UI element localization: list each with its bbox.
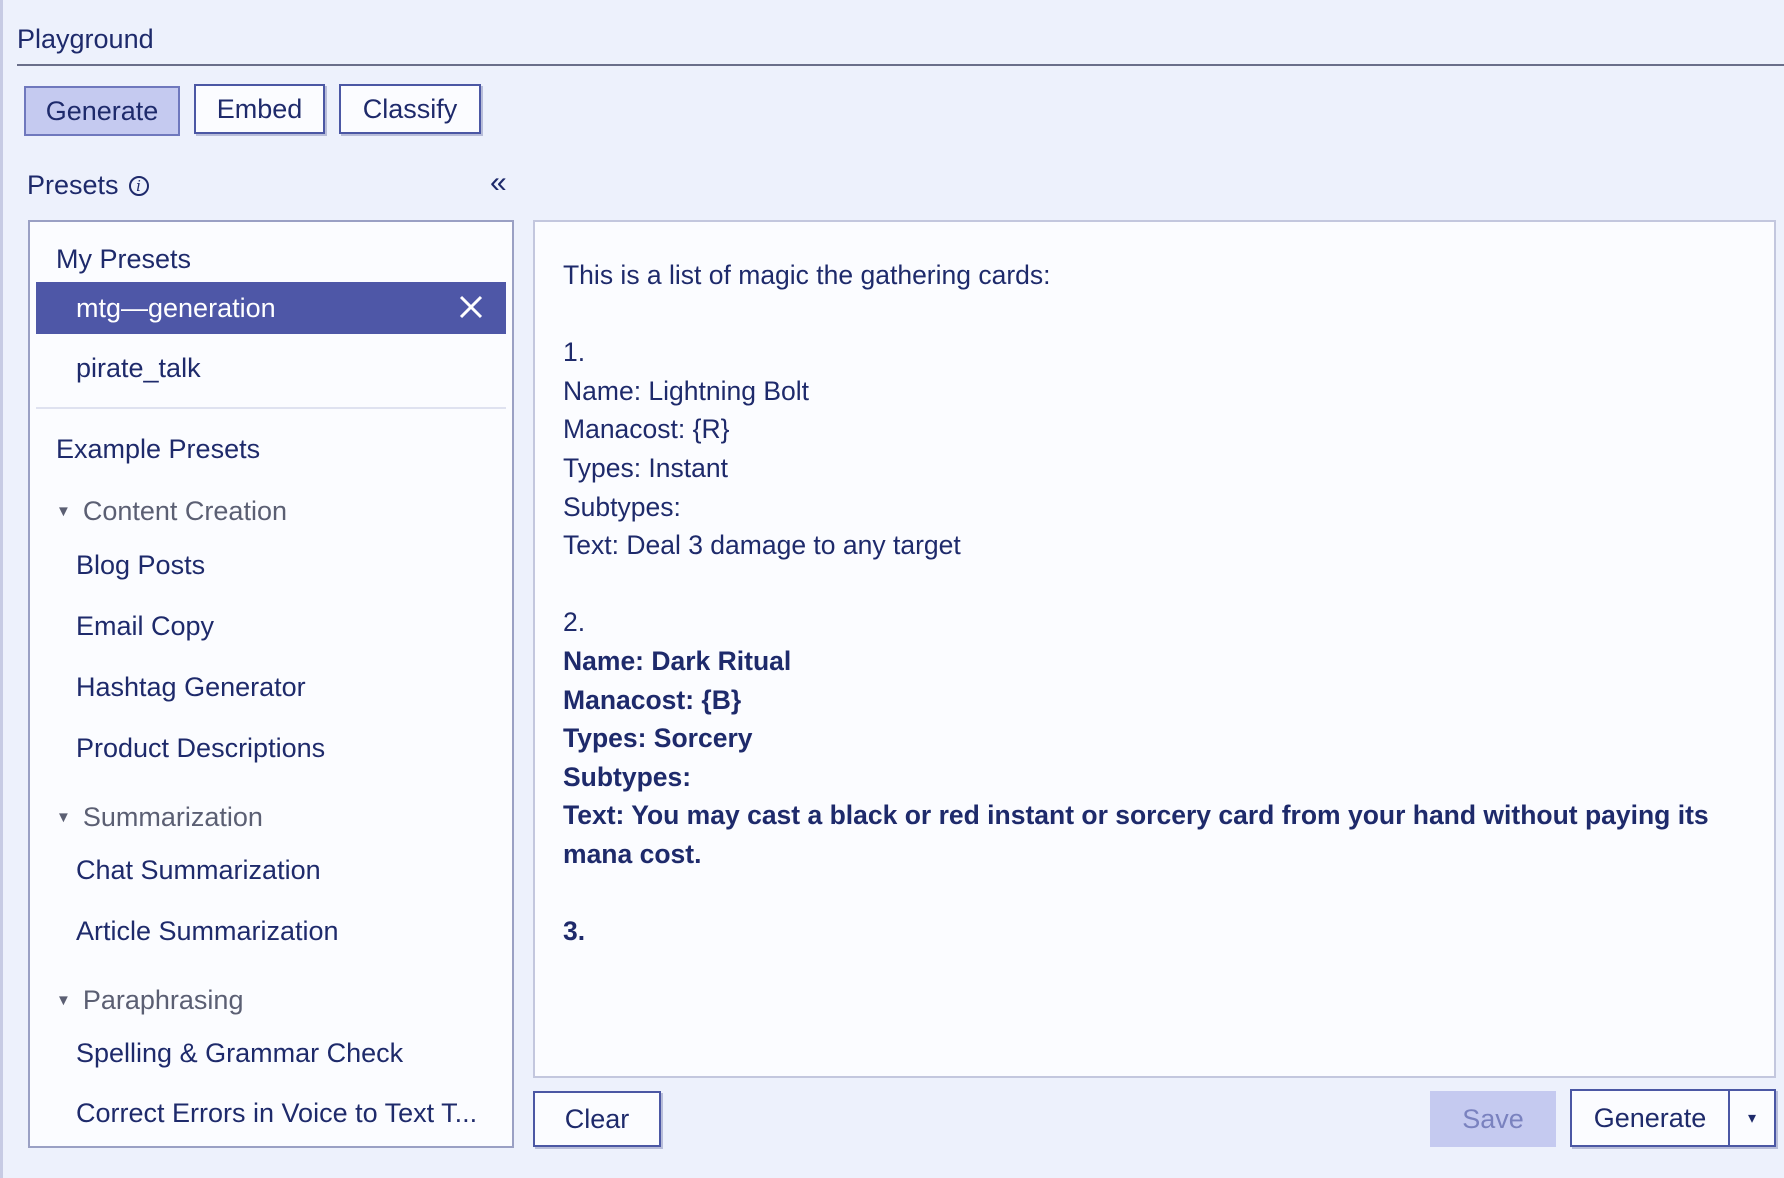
editor-line: Manacost: {B} [563,684,742,715]
info-icon[interactable]: i [128,175,149,196]
editor-line: This is a list of magic the gathering ca… [563,260,1051,290]
preset-item-pirate-talk[interactable]: pirate_talk [36,342,506,394]
caret-down-icon: ▼ [56,503,71,520]
preset-item-mtg-generation[interactable]: mtg—generation [36,282,506,334]
chevron-down-icon[interactable]: ▾ [1728,1089,1776,1147]
editor-line: Manacost: {R} [563,414,730,445]
preset-item-label: pirate_talk [76,352,201,383]
editor-line: 2. [563,607,586,638]
divider [36,407,506,409]
presets-label: Presets [27,170,119,200]
preset-item-spelling-grammar[interactable]: Spelling & Grammar Check [76,1038,403,1069]
save-button[interactable]: Save [1430,1091,1556,1147]
editor-line: Name: Lightning Bolt [563,375,810,406]
editor-line: Types: Sorcery [563,723,753,754]
preset-item-product-descriptions[interactable]: Product Descriptions [76,733,325,764]
preset-item-label: mtg—generation [76,292,276,323]
caret-down-icon: ▼ [56,992,71,1009]
editor-line: 3. [563,916,586,947]
editor-line: Text: You may cast a black or red instan… [563,800,1717,869]
editor-line: Name: Dark Ritual [563,645,792,676]
preset-item-email-copy[interactable]: Email Copy [76,611,214,642]
preset-item-article-summarization[interactable]: Article Summarization [76,916,339,947]
group-paraphrasing[interactable]: ▼ Paraphrasing [56,985,243,1016]
editor-line: 1. [563,337,586,368]
collapse-sidebar-icon[interactable]: « [490,166,507,200]
page-title: Playground [17,24,154,54]
editor-line: Types: Instant [563,452,728,483]
close-icon[interactable] [456,292,486,322]
presets-header: Presets i [27,170,149,201]
generate-button[interactable]: Generate [1570,1089,1730,1147]
preset-item-chat-summarization[interactable]: Chat Summarization [76,855,321,886]
editor-line: Subtypes: [563,491,681,522]
my-presets-heading: My Presets [56,244,192,274]
tab-generate[interactable]: Generate [24,86,180,136]
title-divider [17,64,1784,66]
caret-down-icon: ▼ [56,809,71,826]
editor-line: Subtypes: [563,761,692,792]
preset-item-correct-errors[interactable]: Correct Errors in Voice to Text T... [76,1098,477,1129]
tab-embed[interactable]: Embed [194,84,325,134]
presets-sidebar: My Presets mtg—generation pirate_talk Ex… [28,220,514,1148]
tab-classify[interactable]: Classify [339,84,481,134]
group-summarization[interactable]: ▼ Summarization [56,802,263,833]
group-content-creation[interactable]: ▼ Content Creation [56,496,287,527]
editor-line: Text: Deal 3 damage to any target [563,530,961,561]
example-presets-heading: Example Presets [56,434,261,464]
preset-item-blog-posts[interactable]: Blog Posts [76,550,205,581]
preset-item-hashtag-generator[interactable]: Hashtag Generator [76,672,306,703]
clear-button[interactable]: Clear [533,1091,661,1147]
prompt-editor[interactable]: This is a list of magic the gathering ca… [533,220,1776,1078]
mode-tabs: Generate Embed Classify [24,84,481,136]
